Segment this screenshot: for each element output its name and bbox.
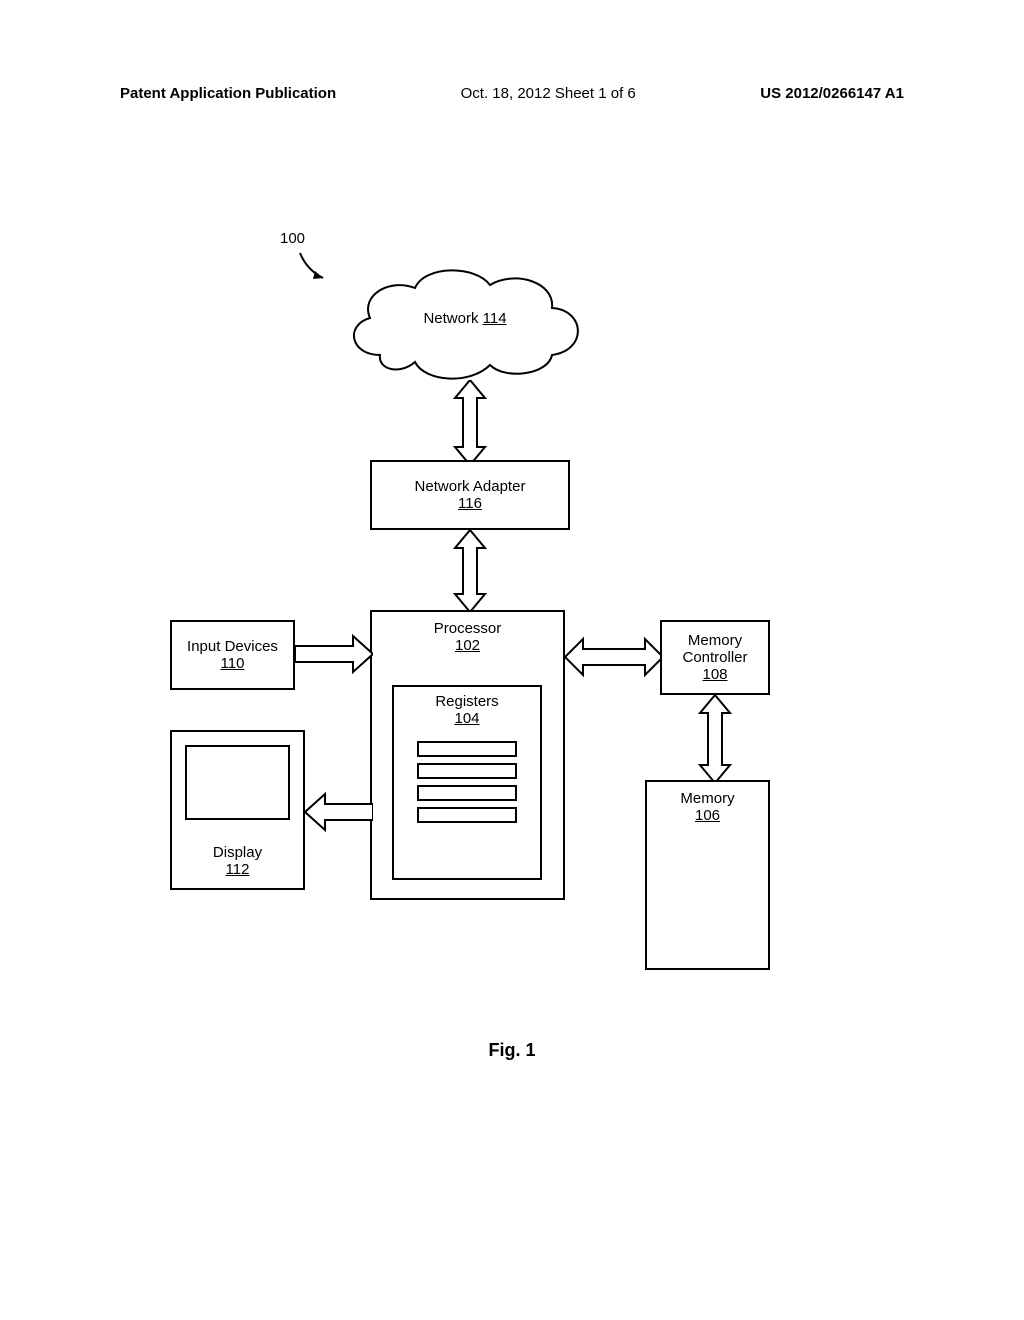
processor-label: Processor <box>434 620 502 637</box>
display-label: Display <box>213 844 262 861</box>
register-slot <box>417 741 517 757</box>
registers-label: Registers <box>394 693 540 710</box>
arrow-adapter-to-processor-icon <box>450 530 490 612</box>
register-slot <box>417 763 517 779</box>
memory-controller-label-l1: Memory <box>688 632 742 649</box>
memory-controller-block: Memory Controller 108 <box>660 620 770 695</box>
display-num: 112 <box>226 861 250 878</box>
page-header: Patent Application Publication Oct. 18, … <box>0 85 1024 102</box>
arrow-network-to-adapter-icon <box>450 380 490 465</box>
header-mid: Oct. 18, 2012 Sheet 1 of 6 <box>461 85 636 102</box>
memory-label: Memory <box>680 790 734 807</box>
arrow-input-to-processor-icon <box>295 630 373 678</box>
figure-label: Fig. 1 <box>0 1040 1024 1061</box>
reference-number-100: 100 <box>280 230 305 247</box>
register-slot <box>417 785 517 801</box>
memory-controller-label-l2: Controller <box>682 649 747 666</box>
network-adapter-block: Network Adapter 116 <box>370 460 570 530</box>
input-devices-label: Input Devices <box>187 638 278 655</box>
network-label: Network 114 <box>330 310 600 327</box>
arrow-processor-to-display-icon <box>305 790 373 834</box>
registers-num: 104 <box>394 710 540 727</box>
reference-arrow-icon <box>295 248 335 288</box>
header-left: Patent Application Publication <box>120 85 336 102</box>
figure-diagram: 100 Network 114 Network Adapter 116 Proc… <box>0 130 1024 1130</box>
memory-controller-num: 108 <box>702 666 727 683</box>
display-screen-icon <box>185 745 290 820</box>
network-adapter-label: Network Adapter <box>415 478 526 495</box>
input-devices-block: Input Devices 110 <box>170 620 295 690</box>
network-adapter-num: 116 <box>458 495 482 512</box>
processor-num: 102 <box>455 637 480 654</box>
header-right: US 2012/0266147 A1 <box>760 85 904 102</box>
registers-block: Registers 104 <box>392 685 542 880</box>
input-devices-num: 110 <box>221 655 245 672</box>
memory-block: Memory 106 <box>645 780 770 970</box>
register-slot <box>417 807 517 823</box>
arrow-memctrl-to-memory-icon <box>695 695 735 783</box>
memory-num: 106 <box>695 807 720 824</box>
arrow-processor-to-memctrl-icon <box>565 635 663 679</box>
